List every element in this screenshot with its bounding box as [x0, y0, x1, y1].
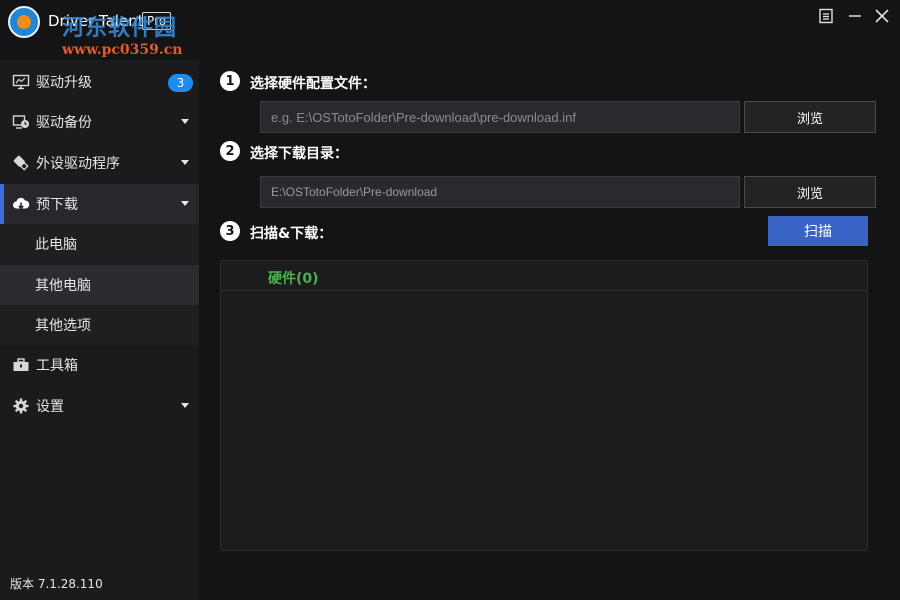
cloud-download-icon: [12, 195, 30, 213]
watermark-url: www.pc0359.cn: [62, 42, 183, 58]
update-count-badge: 3: [168, 74, 193, 92]
step-1-label: 选择硬件配置文件：: [250, 76, 376, 92]
chevron-down-icon: [181, 119, 189, 124]
browse-config-button[interactable]: 浏览: [744, 101, 876, 133]
browse-dir-button[interactable]: 浏览: [744, 176, 876, 208]
close-icon[interactable]: [873, 7, 891, 25]
chevron-down-icon: [181, 403, 189, 408]
sidebar-item-driver-backup[interactable]: 驱动备份: [0, 102, 199, 142]
step-2-number: 2: [220, 141, 240, 161]
step-3-label: 扫描&下载：: [250, 226, 333, 242]
step-2-label: 选择下载目录：: [250, 146, 348, 162]
chevron-down-icon: [181, 201, 189, 206]
sidebar-item-label: 预下载: [36, 197, 78, 213]
sidebar-item-driver-update[interactable]: 驱动升级 3: [0, 62, 199, 102]
sidebar-item-label: 外设驱动程序: [36, 156, 120, 172]
sidebar-item-label: 驱动升级: [36, 75, 92, 91]
sub-item-label: 此电脑: [35, 237, 77, 253]
chevron-down-icon: [181, 160, 189, 165]
config-file-input[interactable]: e.g. E:\OSTotoFolder\Pre-download\pre-do…: [260, 101, 740, 133]
sidebar-item-label: 工具箱: [36, 358, 78, 374]
toolbox-icon: [12, 356, 30, 374]
hardware-results-panel: 硬件(0): [220, 260, 868, 551]
title-bar: Driver Talent Pro 河东软件园 www.pc0359.cn: [0, 0, 900, 58]
watermark-title: 河东软件园: [62, 15, 178, 41]
usb-device-icon: [12, 154, 30, 172]
hardware-results-header: 硬件(0): [221, 261, 867, 291]
sub-item-label: 其他电脑: [35, 278, 91, 294]
sidebar-item-settings[interactable]: 设置: [0, 386, 199, 426]
sidebar: 驱动升级 3 驱动备份 外设驱动程序 预下载 此电脑 其他电脑 其他选项 工具箱…: [0, 60, 199, 600]
minimize-icon[interactable]: [846, 7, 864, 25]
sidebar-item-pre-download[interactable]: 预下载: [0, 184, 199, 224]
sub-item-this-pc[interactable]: 此电脑: [0, 224, 199, 264]
monitor-icon: [12, 73, 30, 91]
step-3-number: 3: [220, 221, 240, 241]
download-dir-input[interactable]: E:\OSTotoFolder\Pre-download: [260, 176, 740, 208]
step-1-number: 1: [220, 71, 240, 91]
hardware-count-label[interactable]: 硬件(0): [268, 268, 319, 288]
sub-item-other-options[interactable]: 其他选项: [0, 305, 199, 345]
sidebar-item-toolbox[interactable]: 工具箱: [0, 345, 199, 385]
sidebar-item-label: 驱动备份: [36, 115, 92, 131]
scan-button[interactable]: 扫描: [768, 216, 868, 246]
sub-item-label: 其他选项: [35, 318, 91, 334]
sidebar-item-peripheral-drivers[interactable]: 外设驱动程序: [0, 143, 199, 183]
app-logo-icon: [8, 6, 40, 38]
sub-item-other-pc[interactable]: 其他电脑: [0, 265, 199, 305]
version-label: 版本 7.1.28.110: [10, 577, 103, 591]
menu-icon[interactable]: [817, 7, 835, 25]
backup-clock-icon: [12, 113, 30, 131]
sidebar-item-label: 设置: [36, 399, 64, 415]
gear-icon: [12, 397, 30, 415]
